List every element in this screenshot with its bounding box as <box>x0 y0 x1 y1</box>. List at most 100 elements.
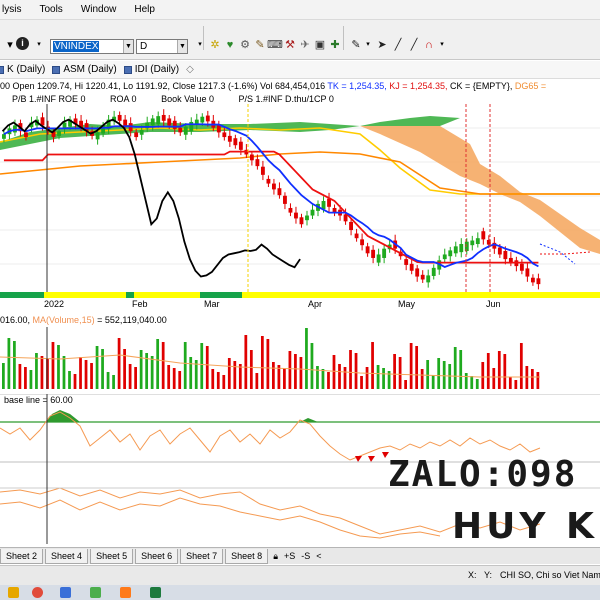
hammer-icon[interactable]: ⚒ <box>282 37 298 53</box>
status-bar: X: Y: CHI SO, Chi so Viet Nam <box>0 565 600 585</box>
dropdown-arrow-icon[interactable]: ▾ <box>192 37 208 53</box>
line-draw-icon[interactable]: ╱ <box>406 37 422 53</box>
pointer-icon[interactable]: ➤ <box>374 37 390 53</box>
chart-tool-icon[interactable]: ✈ <box>297 37 313 53</box>
volume-bar <box>216 372 220 389</box>
sheet-tab[interactable]: Sheet 8 <box>225 548 269 564</box>
volume-bar <box>222 375 226 389</box>
volume-bar <box>481 362 485 389</box>
folder-icon[interactable] <box>8 587 19 598</box>
volume-bar <box>200 343 204 389</box>
date-tick: Feb <box>132 299 148 309</box>
ratio-roa: ROA 0 <box>110 94 137 104</box>
excel-icon[interactable] <box>150 587 161 598</box>
app-icon[interactable] <box>90 587 101 598</box>
chevron-down-icon[interactable]: ▼ <box>123 40 133 53</box>
menu-analysis[interactable]: lysis <box>0 0 30 20</box>
candle-body <box>365 246 370 254</box>
volume-bar <box>150 356 154 389</box>
tab-label: IDI (Daily) <box>134 64 180 75</box>
add-sheet-button[interactable]: +S <box>284 551 295 561</box>
tab-add-icon[interactable]: ◇ <box>186 64 194 75</box>
volume-bar <box>178 371 182 389</box>
candle-body <box>442 254 447 260</box>
candle-body <box>117 114 122 121</box>
dropdown-arrow-icon[interactable]: ▾ <box>31 37 47 53</box>
volume-bar <box>29 370 33 389</box>
watermark-text: HUY KI <box>452 506 600 547</box>
volume-bar <box>310 343 314 389</box>
candle-body <box>156 116 161 125</box>
tab-k-daily[interactable]: K (Daily) <box>0 64 45 75</box>
volume-bar <box>305 328 308 389</box>
menu-tools[interactable]: Tools <box>30 0 71 20</box>
candle-body <box>238 141 243 150</box>
app-icon[interactable] <box>120 587 131 598</box>
candle-body <box>453 246 458 254</box>
volume-bar <box>189 357 193 389</box>
status-title: CHI SO, Chi so Viet Nam <box>500 570 600 580</box>
info-icon[interactable]: i <box>16 37 29 50</box>
symbol-input[interactable]: VNINDEX ▼ <box>50 39 134 54</box>
candle-body <box>255 159 260 167</box>
candle-body <box>134 132 139 138</box>
chevron-left-icon[interactable]: < <box>316 551 321 561</box>
chevron-down-icon[interactable]: ▼ <box>177 40 187 53</box>
volume-bar <box>84 360 88 389</box>
menu-help[interactable]: Help <box>125 0 164 20</box>
volume-bar <box>266 339 270 389</box>
remove-sheet-button[interactable]: -S <box>301 551 310 561</box>
volume-bar <box>343 367 347 389</box>
cloud-orange <box>360 126 600 254</box>
quote-line: 00 Open 1209.74, Hi 1220.41, Lo 1191.92,… <box>0 80 600 93</box>
tab-asm-daily[interactable]: ASM (Daily) <box>52 64 117 75</box>
heart-icon[interactable]: ♥ <box>222 37 238 53</box>
gear-icon[interactable]: ✲ <box>207 37 223 53</box>
tab-idi-daily[interactable]: IDI (Daily) <box>123 64 180 75</box>
dropdown-arrow-icon[interactable]: ▾ <box>434 37 450 53</box>
volume-bar <box>117 338 121 389</box>
volume-bar <box>255 373 259 389</box>
app-icon[interactable] <box>60 587 71 598</box>
candle-body <box>431 267 436 276</box>
chart-tool-icon[interactable]: ⌨ <box>267 37 283 53</box>
chrome-icon[interactable] <box>32 587 43 598</box>
toolbar-separator <box>203 26 204 50</box>
candle-body <box>189 121 194 132</box>
sheet-tab[interactable]: Sheet 5 <box>90 548 134 564</box>
oscillator-line <box>0 411 541 461</box>
volume-bar <box>508 377 512 389</box>
volume-bar <box>51 342 55 389</box>
period-select[interactable]: D ▼ <box>136 39 188 54</box>
volume-bar <box>24 367 27 389</box>
tab-label: ASM (Daily) <box>63 64 117 75</box>
volume-bar <box>519 343 523 389</box>
sheet-tab[interactable]: Sheet 7 <box>180 548 224 564</box>
volume-bar <box>415 346 419 389</box>
candle-body <box>161 114 166 121</box>
lock-icon[interactable]: 🔒︎ <box>273 551 278 562</box>
menu-window[interactable]: Window <box>72 0 126 20</box>
sheet-tab[interactable]: Sheet 2 <box>0 548 44 564</box>
sheet-tab[interactable]: Sheet 6 <box>135 548 179 564</box>
candle-body <box>536 278 541 285</box>
candle-body <box>283 195 287 204</box>
volume-bar <box>332 355 336 389</box>
volume-legend: 016.00, MA(Volume,15) = 552,119,040.00 <box>0 315 167 325</box>
window-icon[interactable]: ▣ <box>312 37 328 53</box>
chart-tool-icon[interactable]: ⚙ <box>237 37 253 53</box>
candle-body <box>475 238 480 245</box>
chart-tool-icon[interactable]: ✎ <box>252 37 268 53</box>
volume-bar <box>299 357 303 389</box>
volume-chart <box>0 327 540 389</box>
quote-values: 00 Open 1209.74, Hi 1220.41, Lo 1191.92,… <box>0 81 326 91</box>
candle-body <box>95 132 100 140</box>
line-draw-icon[interactable]: ╱ <box>390 37 406 53</box>
volume-bar <box>260 336 264 389</box>
chart-tool-icon[interactable]: ✚ <box>327 37 343 53</box>
ratio-book-value: Book Value 0 <box>161 94 214 104</box>
volume-bar <box>7 338 11 389</box>
candle-body <box>40 117 45 126</box>
volume-bar <box>420 369 424 389</box>
sheet-tab[interactable]: Sheet 4 <box>45 548 89 564</box>
